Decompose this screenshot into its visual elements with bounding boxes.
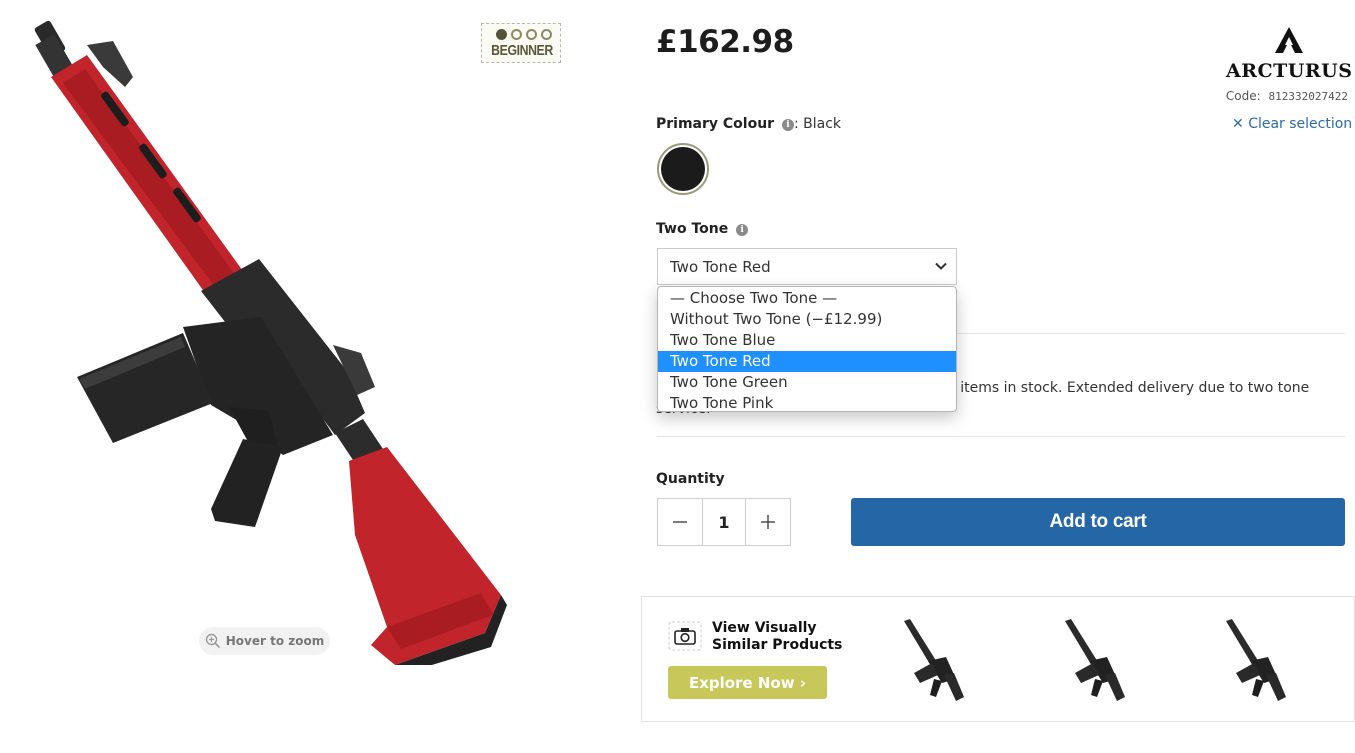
quantity-stepper[interactable]: 1 bbox=[657, 498, 791, 546]
close-icon: ✕ bbox=[1232, 116, 1244, 132]
explore-now-button[interactable]: Explore Now › bbox=[668, 666, 827, 699]
zoom-hint-label: Hover to zoom bbox=[225, 634, 325, 648]
quantity-label: Quantity bbox=[656, 471, 725, 487]
product-image[interactable] bbox=[15, 15, 515, 665]
clear-selection-link[interactable]: ✕ Clear selection bbox=[1232, 116, 1352, 132]
quantity-decrease-button[interactable] bbox=[658, 499, 702, 545]
product-price: £162.98 bbox=[656, 24, 794, 60]
skill-dot-empty bbox=[511, 29, 522, 40]
chevron-down-icon bbox=[935, 262, 947, 270]
primary-colour-value: : Black bbox=[793, 116, 842, 132]
primary-colour-label: Primary Colour i: Black bbox=[656, 116, 841, 132]
quantity-input[interactable]: 1 bbox=[702, 499, 746, 545]
two-tone-option[interactable]: Without Two Tone (−£12.99) bbox=[658, 309, 956, 330]
similar-title-line2: Similar Products bbox=[712, 637, 843, 653]
two-tone-select[interactable]: Two Tone Red bbox=[657, 248, 957, 285]
product-code: Code: 812332027422 bbox=[1226, 89, 1348, 103]
product-code-label: Code: bbox=[1225, 89, 1261, 103]
camera-icon bbox=[668, 621, 702, 651]
skill-level-label: BEGINNER bbox=[491, 42, 553, 59]
product-gallery[interactable]: BEGINNER Hover to zoom bbox=[0, 0, 620, 753]
two-tone-option[interactable]: Two Tone Green bbox=[658, 372, 956, 393]
info-icon[interactable]: i bbox=[736, 224, 749, 236]
similar-product-thumb[interactable] bbox=[1059, 617, 1129, 703]
two-tone-option[interactable]: — Choose Two Tone — bbox=[658, 288, 956, 309]
primary-colour-title: Primary Colour bbox=[656, 116, 775, 132]
two-tone-title: Two Tone bbox=[656, 221, 729, 237]
two-tone-dropdown[interactable]: — Choose Two Tone — Without Two Tone (−£1… bbox=[657, 286, 957, 412]
skill-level-badge: BEGINNER bbox=[481, 23, 561, 63]
plus-icon bbox=[761, 515, 775, 529]
info-icon[interactable]: i bbox=[781, 119, 794, 131]
similar-product-thumb[interactable] bbox=[898, 617, 968, 703]
divider bbox=[657, 436, 1345, 437]
two-tone-select-value: Two Tone Red bbox=[670, 258, 771, 276]
two-tone-label: Two Tone i bbox=[656, 221, 749, 237]
clear-selection-label: Clear selection bbox=[1248, 116, 1353, 132]
skill-dot-filled bbox=[496, 29, 507, 40]
skill-dot-empty bbox=[526, 29, 537, 40]
two-tone-option[interactable]: Two Tone Red bbox=[658, 351, 956, 372]
similar-title-line1: View Visually bbox=[712, 620, 817, 636]
brand-name: ARCTURUS bbox=[1226, 60, 1353, 82]
two-tone-option[interactable]: Two Tone Pink bbox=[658, 393, 956, 414]
brand-logo[interactable]: ARCTURUS bbox=[1226, 26, 1352, 82]
similar-product-thumb[interactable] bbox=[1220, 617, 1290, 703]
two-tone-option[interactable]: Two Tone Blue bbox=[658, 330, 956, 351]
skill-dot-empty bbox=[541, 29, 552, 40]
zoom-icon bbox=[205, 633, 220, 649]
brand-logo-icon bbox=[1275, 27, 1303, 53]
similar-products-title: View Visually Similar Products bbox=[712, 620, 852, 654]
skill-level-dots bbox=[496, 29, 552, 40]
product-code-value: 812332027422 bbox=[1268, 90, 1348, 103]
quantity-increase-button[interactable] bbox=[746, 499, 790, 545]
minus-icon bbox=[673, 521, 687, 523]
similar-products-panel: View Visually Similar Products Explore N… bbox=[641, 596, 1355, 722]
add-to-cart-button[interactable]: Add to cart bbox=[851, 498, 1345, 546]
colour-swatch-fill bbox=[661, 147, 705, 191]
zoom-hint: Hover to zoom bbox=[199, 627, 330, 655]
colour-swatch-black[interactable] bbox=[657, 143, 709, 195]
